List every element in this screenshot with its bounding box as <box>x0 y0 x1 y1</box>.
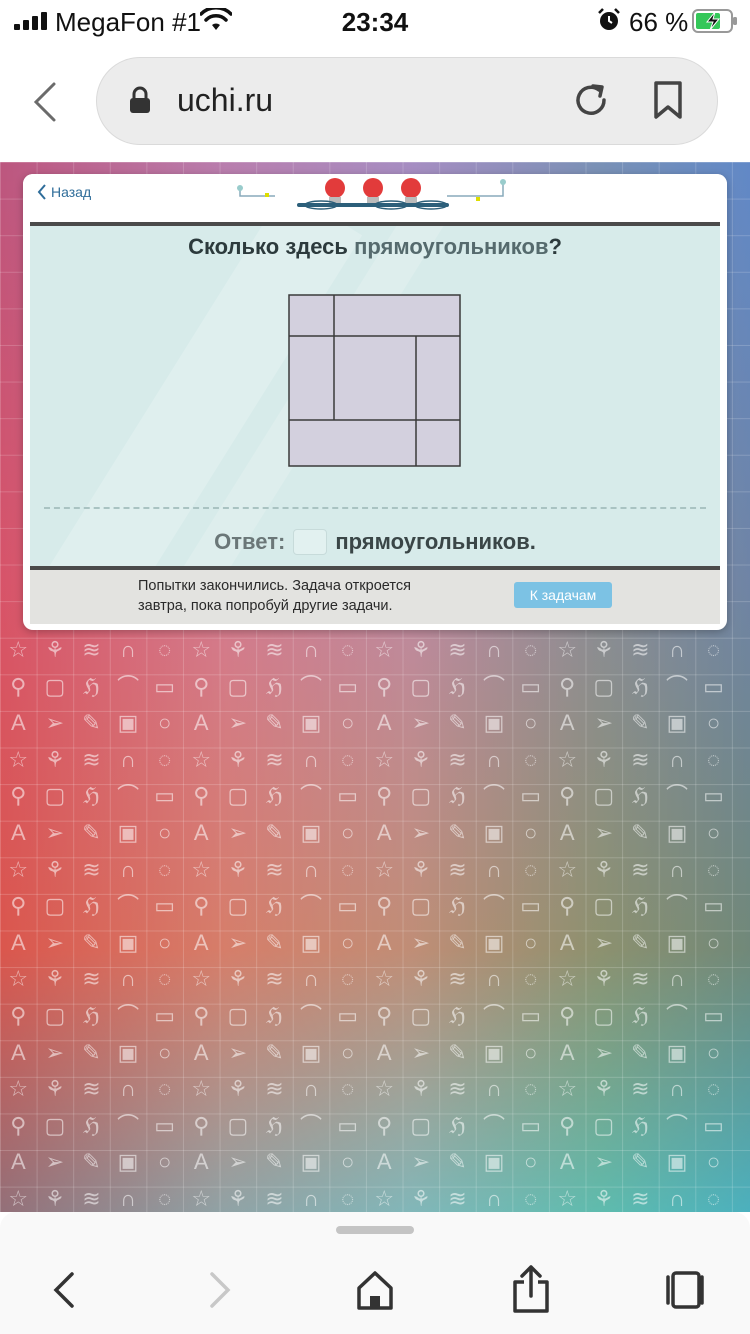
pattern-icons: ☆ ⚘ ≋ ∩ ◌ ☆ ⚘ ≋ ∩ ◌ ☆ ⚘ ≋ ∩ ◌ ☆ ⚘ ≋ ∩ ◌ ⚲ ▢ ℌ ⌒ ▭ ⚲ ▢ ℌ ⌒ ▭ ⚲ ▢ ℌ ⌒ ▭ ⚲ ▢ ℌ ⌒ ▭… <box>8 637 724 1211</box>
task-card: Назад Сколько здесь прямоугольников? Отв… <box>23 174 727 630</box>
back-link[interactable]: Назад <box>37 184 91 200</box>
tabs-icon[interactable] <box>664 1268 706 1312</box>
bookmark-icon[interactable] <box>653 80 683 120</box>
question-suffix: ? <box>548 234 562 259</box>
drag-handle[interactable] <box>336 1226 414 1234</box>
dashed-separator <box>44 507 706 509</box>
carrier-name: MegaFon #1 <box>55 7 201 37</box>
battery-charging-icon <box>692 9 737 33</box>
attempts-message: Попытки закончились. Задача откроется за… <box>138 576 478 616</box>
answer-input[interactable] <box>293 529 328 555</box>
rectangles-figure <box>288 294 461 467</box>
question-text: Сколько здесь прямоугольников? <box>30 234 720 260</box>
outer-square <box>288 294 461 467</box>
answer-row: Ответ: прямоугольников. <box>30 529 720 555</box>
forward-icon[interactable] <box>202 1268 238 1312</box>
url-text[interactable]: uchi.ru <box>177 82 273 119</box>
attempts-message-line1: Попытки закончились. Задача откроется <box>138 578 411 594</box>
to-tasks-button[interactable]: К задачам <box>514 582 612 608</box>
browser-address-row: uchi.ru <box>0 44 750 162</box>
task-panel: Сколько здесь прямоугольников? Ответ: пр… <box>30 222 720 570</box>
answer-label: Ответ: <box>214 529 286 554</box>
attempts-message-line2: завтра, пока попробуй другие задачи. <box>138 598 393 614</box>
back-link-label: Назад <box>51 184 92 200</box>
back-arrow-icon[interactable] <box>28 80 64 124</box>
browser-toolbar <box>0 1212 750 1334</box>
wifi-icon <box>200 8 232 30</box>
lock-icon <box>130 86 150 113</box>
signal-icon <box>14 12 47 30</box>
address-bar[interactable]: uchi.ru <box>96 57 718 145</box>
card-footer: Попытки закончились. Задача откроется за… <box>30 570 720 624</box>
battery-percent: 66 % <box>629 7 689 37</box>
back-icon[interactable] <box>46 1268 82 1312</box>
question-accent: прямоугольников <box>354 234 549 259</box>
status-bar: MegaFon #1 23:34 66 % <box>0 0 750 44</box>
reload-icon[interactable] <box>571 80 611 120</box>
home-icon[interactable] <box>354 1268 396 1312</box>
answer-unit: прямоугольников. <box>335 529 536 554</box>
progress-lights-icon <box>237 178 506 210</box>
chevron-left-icon <box>37 184 46 200</box>
question-prefix: Сколько здесь <box>188 234 355 259</box>
alarm-icon <box>598 8 620 30</box>
card-header: Назад <box>23 174 727 222</box>
share-icon[interactable] <box>510 1264 552 1314</box>
